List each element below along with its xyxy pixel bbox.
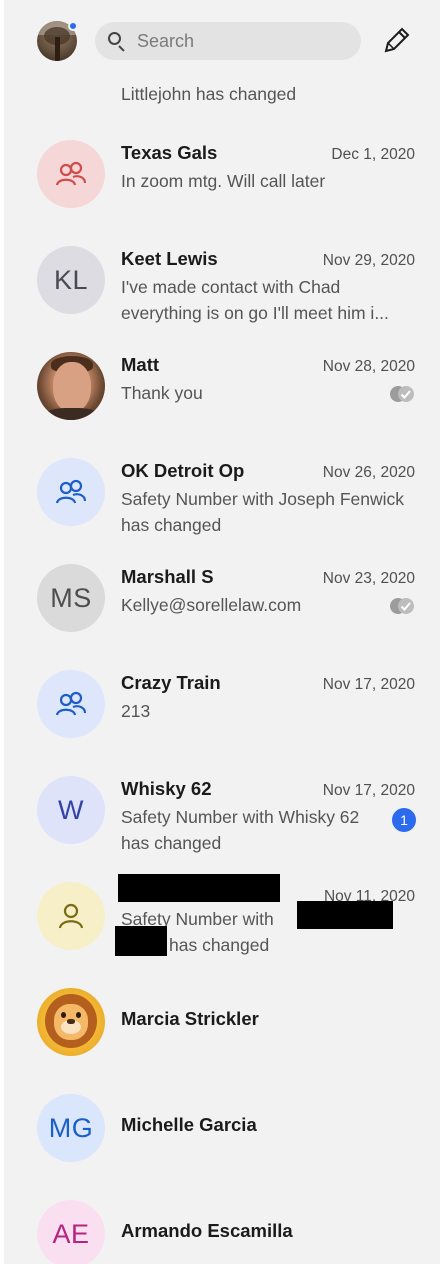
group-avatar: [37, 670, 105, 738]
conversation-name: Crazy Train: [121, 672, 221, 693]
conversation-item-texas-gals[interactable]: Texas Gals Dec 1, 2020 In zoom mtg. Will…: [4, 118, 440, 224]
group-icon: [55, 161, 87, 186]
person-icon: [58, 903, 84, 929]
conversation-item-whisky-62[interactable]: W Whisky 62 Nov 17, 2020 Safety Number w…: [4, 754, 440, 860]
read-receipt-icon: [390, 598, 414, 614]
avatar-initials: AE: [37, 1200, 105, 1264]
search-icon: [107, 31, 127, 52]
conversation-preview: Safety Number with Joseph Fenwick has ch…: [121, 489, 405, 535]
conversation-item-crazy-train[interactable]: Crazy Train Nov 17, 2020 213: [4, 648, 440, 754]
status-dot: [68, 21, 78, 31]
conversation-item-armando-escamilla[interactable]: AE Armando Escamilla: [4, 1178, 440, 1264]
conversation-name: Marcia Strickler: [121, 1008, 259, 1029]
conversation-preview: Kellye@sorellelaw.com: [121, 595, 302, 615]
conversation-item-matt[interactable]: Matt Nov 28, 2020 Thank you: [4, 330, 440, 436]
read-receipt-icon: [390, 386, 414, 402]
redacted-name: [118, 874, 280, 902]
conversation-item-keet-lewis[interactable]: KL Keet Lewis Nov 29, 2020 I've made con…: [4, 224, 440, 330]
conversation-list-panel: Littlejohn has changed Texas Gals Dec 1,…: [4, 0, 440, 1264]
conversation-name: Marshall S: [121, 566, 214, 587]
header-bar: [4, 0, 440, 80]
conversation-item-redacted[interactable]: Nov 11, 2020 Safety Number with has chan…: [4, 860, 440, 966]
conversation-name: Keet Lewis: [121, 248, 218, 269]
conversation-date: Nov 29, 2020: [322, 252, 415, 269]
conversation-date: Nov 23, 2020: [322, 570, 415, 587]
compose-icon[interactable]: [379, 24, 413, 58]
group-avatar: [37, 458, 105, 526]
conversation-item-michelle-garcia[interactable]: MG Michelle Garcia: [4, 1072, 440, 1178]
redacted-text: [297, 901, 393, 929]
group-icon: [55, 691, 87, 716]
conversation-preview: I've made contact with Chad everything i…: [121, 277, 389, 323]
conversation-name: Michelle Garcia: [121, 1114, 257, 1135]
avatar-initials: MG: [37, 1094, 105, 1162]
conversation-name: Whisky 62: [121, 778, 212, 799]
conversation-name: Texas Gals: [121, 142, 218, 163]
conversation-item-marcia-strickler[interactable]: Marcia Strickler: [4, 966, 440, 1072]
conversation-name: Matt: [121, 354, 160, 375]
conversation-date: Dec 1, 2020: [331, 146, 415, 163]
search-box[interactable]: [95, 22, 361, 60]
conversation-preview: Littlejohn has changed: [121, 84, 297, 104]
conversation-preview: Thank you: [121, 383, 203, 403]
avatar-initials: KL: [37, 246, 105, 314]
redacted-text: [115, 926, 167, 956]
conversation-item-ok-detroit-op[interactable]: OK Detroit Op Nov 26, 2020 Safety Number…: [4, 436, 440, 542]
conversation-item-marshall-s[interactable]: MS Marshall S Nov 23, 2020 Kellye@sorell…: [4, 542, 440, 648]
unread-count-badge: 1: [392, 808, 416, 832]
conversation-preview: Safety Number with Whisky 62 has changed: [121, 807, 360, 853]
conversation-date: Nov 28, 2020: [322, 358, 415, 375]
group-icon: [55, 479, 87, 504]
person-avatar: [37, 882, 105, 950]
conversation-preview: In zoom mtg. Will call later: [121, 171, 326, 191]
conversation-date: Nov 17, 2020: [322, 782, 415, 799]
avatar-photo: [37, 352, 105, 420]
avatar-initials: W: [37, 776, 105, 844]
conversation-preview: 213: [121, 701, 151, 721]
avatar-lion: [37, 988, 105, 1056]
group-avatar: [37, 140, 105, 208]
conversation-name: OK Detroit Op: [121, 460, 245, 481]
conversation-date: Nov 26, 2020: [322, 464, 415, 481]
conversation-date: Nov 17, 2020: [322, 676, 415, 693]
avatar-initials: MS: [37, 564, 105, 632]
conversation-name: Armando Escamilla: [121, 1220, 293, 1241]
conversation-preview-end: has changed: [169, 935, 270, 955]
search-input[interactable]: [137, 30, 337, 52]
